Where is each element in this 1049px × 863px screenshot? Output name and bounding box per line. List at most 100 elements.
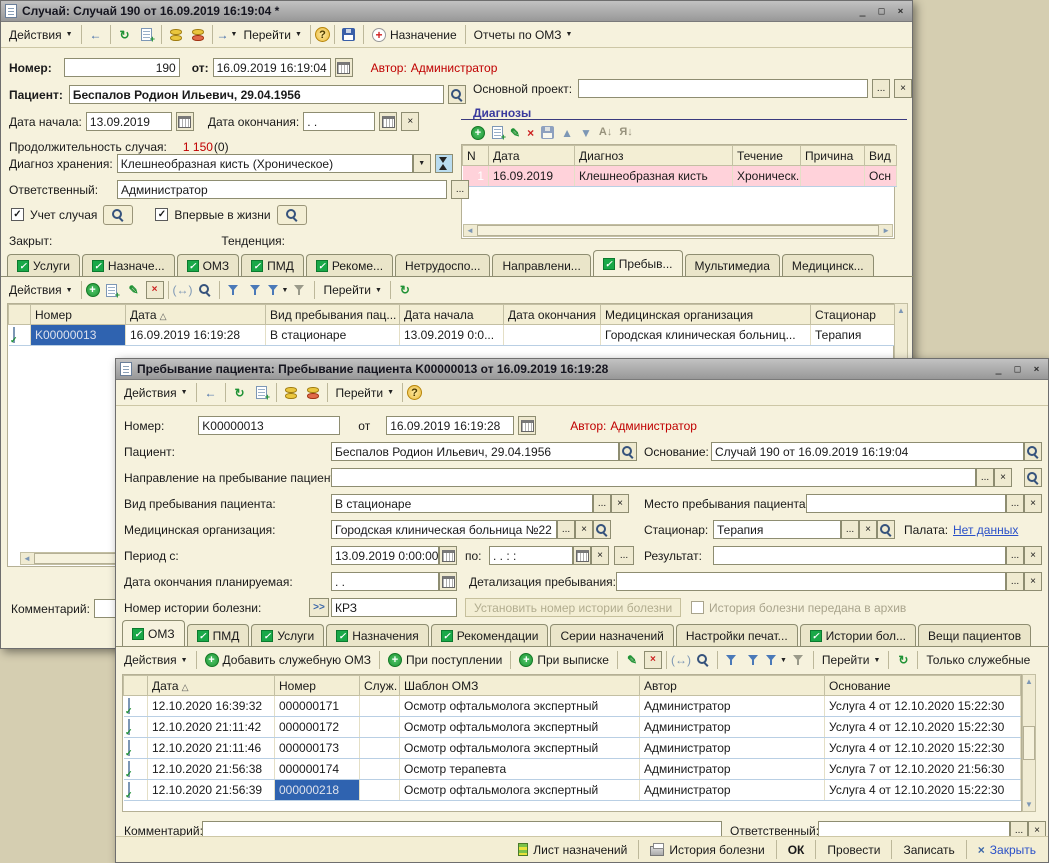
storage-diagnosis-input[interactable]: Клешнеобразная кисть (Хроническое): [117, 154, 413, 173]
case-number-input[interactable]: 190: [64, 58, 180, 77]
referral-search-button[interactable]: [1024, 468, 1042, 487]
med-org-select-button[interactable]: ...: [557, 520, 575, 539]
refresh-button[interactable]: ↻: [230, 383, 250, 403]
col-kind[interactable]: Вид: [865, 146, 897, 166]
filter-menu-button[interactable]: ▼: [268, 280, 289, 300]
result-select-button[interactable]: ...: [1006, 546, 1024, 565]
patient-search-button[interactable]: [619, 442, 637, 461]
minimize-button[interactable]: _: [991, 362, 1006, 376]
col-end[interactable]: Дата окончания: [504, 305, 601, 325]
stay-number-input[interactable]: K00000013: [198, 416, 340, 435]
assignment-button[interactable]: +Назначение: [368, 26, 461, 44]
add-service-omz-button[interactable]: +Добавить служебную ОМЗ: [201, 651, 375, 669]
post-button[interactable]: [166, 25, 186, 45]
calendar-button[interactable]: [439, 572, 457, 591]
basis-input[interactable]: Случай 190 от 16.09.2019 16:19:04: [711, 442, 1024, 461]
filter-by-value-button[interactable]: [744, 650, 764, 670]
move-up-icon[interactable]: ▲: [561, 127, 573, 139]
patient-search-button[interactable]: [448, 85, 466, 104]
col-template[interactable]: Шаблон ОМЗ: [400, 676, 640, 696]
col-basis[interactable]: Основание: [825, 676, 1021, 696]
storage-diagnosis-dropdown[interactable]: ▼: [413, 154, 431, 173]
first-time-checkbox[interactable]: ✓: [155, 208, 168, 221]
med-org-input[interactable]: Городская клиническая больница №22: [331, 520, 557, 539]
stay-kind-clear-button[interactable]: ×: [611, 494, 629, 513]
omz-vscrollbar[interactable]: ▲▼: [1022, 674, 1036, 812]
col-n[interactable]: N: [463, 146, 489, 166]
prescription-list-button[interactable]: Лист назначений: [512, 841, 633, 859]
responsible-select-button[interactable]: ...: [451, 180, 469, 199]
col-date[interactable]: Дата: [489, 146, 575, 166]
period-clear-button[interactable]: ×: [591, 546, 609, 565]
hospital-select-button[interactable]: ...: [841, 520, 859, 539]
delete-icon[interactable]: ×: [527, 127, 534, 139]
case-history-button[interactable]: История болезни: [644, 841, 770, 859]
tab-naznache[interactable]: ✓Назначе...: [82, 254, 175, 276]
result-clear-button[interactable]: ×: [1024, 546, 1042, 565]
tab-pmd[interactable]: ✓ПМД: [187, 624, 250, 646]
stay-date-input[interactable]: 16.09.2019 16:19:28: [386, 416, 514, 435]
omz-row-selected[interactable]: ✓ 12.10.2020 21:56:39 000000218 Осмотр о…: [124, 780, 1021, 801]
reread-button[interactable]: ←: [86, 25, 106, 45]
col-org[interactable]: Медицинская организация: [601, 305, 811, 325]
stays-actions-menu[interactable]: Действия▼: [5, 281, 77, 299]
med-org-search-button[interactable]: [593, 520, 611, 539]
filter-menu-button[interactable]: ▼: [766, 650, 787, 670]
delete-button[interactable]: ×: [146, 281, 164, 299]
ok-button[interactable]: ОК: [782, 841, 811, 859]
tab-rekome[interactable]: ✓Рекоме...: [306, 254, 393, 276]
col-number[interactable]: Номер: [275, 676, 360, 696]
edit-button[interactable]: ✎: [622, 650, 642, 670]
col-cause[interactable]: Причина: [801, 146, 865, 166]
close-button[interactable]: ×: [893, 4, 908, 18]
col-start[interactable]: Дата начала: [400, 305, 504, 325]
on-admission-button[interactable]: +При поступлении: [384, 651, 506, 669]
chevrons-button[interactable]: >>: [309, 598, 329, 617]
ward-link[interactable]: Нет данных: [953, 523, 1018, 537]
clear-filter-button[interactable]: [789, 650, 809, 670]
column-settings-button[interactable]: (↔): [671, 650, 691, 670]
set-filter-button[interactable]: [722, 650, 742, 670]
goto-menu[interactable]: Перейти▼: [332, 384, 399, 402]
col-number[interactable]: Номер: [31, 305, 126, 325]
goto-menu[interactable]: Перейти▼: [239, 26, 306, 44]
main-project-clear-button[interactable]: ×: [894, 79, 912, 98]
col-icon[interactable]: [9, 305, 31, 325]
omz-reports-menu[interactable]: Отчеты по ОМЗ▼: [470, 26, 577, 44]
stay-kind-select-button[interactable]: ...: [593, 494, 611, 513]
close-window-button[interactable]: ×Закрыть: [972, 841, 1042, 859]
tab-medicinsk[interactable]: Медицинск...: [782, 254, 874, 276]
main-project-select-button[interactable]: ...: [872, 79, 890, 98]
main-project-input[interactable]: [578, 79, 868, 98]
help-icon[interactable]: ?: [315, 27, 330, 42]
stay-place-clear-button[interactable]: ×: [1024, 494, 1042, 513]
first-time-search-button[interactable]: [277, 205, 307, 225]
omz-row[interactable]: ✓ 12.10.2020 16:39:32 000000171 Осмотр о…: [124, 696, 1021, 717]
case-date-input[interactable]: 16.09.2019 16:19:04: [213, 58, 331, 77]
history-number-input[interactable]: КРЗ: [331, 598, 457, 617]
copy-button[interactable]: +: [137, 25, 157, 45]
close-button[interactable]: ×: [1029, 362, 1044, 376]
find-button[interactable]: [195, 280, 215, 300]
set-filter-button[interactable]: [224, 280, 244, 300]
period-select-button[interactable]: ...: [614, 546, 634, 565]
move-down-icon[interactable]: ▼: [580, 127, 592, 139]
case-window-titlebar[interactable]: Случай: Случай 190 от 16.09.2019 16:19:0…: [1, 1, 912, 22]
stays-goto-menu[interactable]: Перейти▼: [319, 281, 386, 299]
save-row-icon[interactable]: [541, 126, 554, 139]
hospital-input[interactable]: Терапия: [713, 520, 841, 539]
period-from-input[interactable]: 13.09.2019 0:00:00: [331, 546, 439, 565]
omz-actions-menu[interactable]: Действия▼: [120, 651, 192, 669]
tab-prebyv[interactable]: ✓Пребыв...: [593, 250, 683, 276]
col-author[interactable]: Автор: [640, 676, 825, 696]
planned-end-input[interactable]: . .: [331, 572, 439, 591]
detail-clear-button[interactable]: ×: [1024, 572, 1042, 591]
only-service-toggle[interactable]: Только служебные: [922, 651, 1034, 669]
edit-button[interactable]: ✎: [124, 280, 144, 300]
col-hospital[interactable]: Стационар: [811, 305, 907, 325]
case-account-search-button[interactable]: [103, 205, 133, 225]
sort-az-icon[interactable]: А↓: [599, 127, 612, 138]
help-icon[interactable]: ?: [407, 385, 422, 400]
omz-row[interactable]: ✓ 12.10.2020 21:56:38 000000174 Осмотр т…: [124, 759, 1021, 780]
tab-napravleni[interactable]: Направлени...: [492, 254, 590, 276]
